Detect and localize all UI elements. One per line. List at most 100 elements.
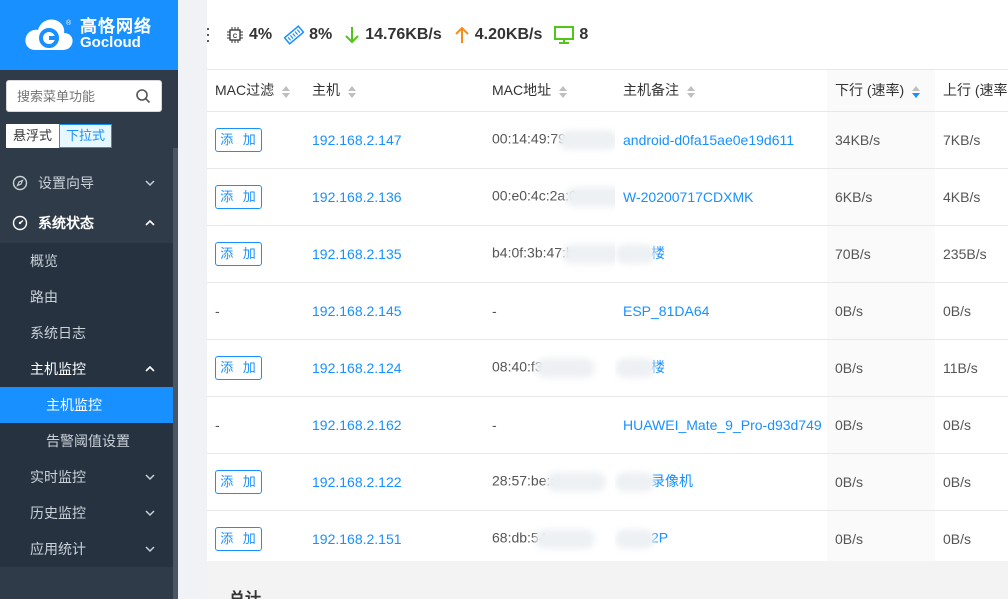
cell-download-rate: 70B/s	[827, 225, 935, 283]
col-upload-rate[interactable]: 上行 (速率	[935, 70, 1008, 112]
add-filter-button[interactable]: 添 加	[215, 184, 262, 209]
redaction-mask	[534, 357, 595, 378]
sidebar-item-setup-wizard[interactable]: 设置向导	[0, 163, 173, 203]
total-section: 总计	[207, 561, 1008, 599]
cell-note[interactable]: HUAWEI_Mate_9_Pro-d93d749	[615, 396, 827, 454]
note-value: ESP_81DA64	[623, 302, 710, 319]
cell-mac: -	[484, 282, 615, 340]
cell-host[interactable]: 192.168.2.162	[304, 396, 484, 454]
add-filter-button[interactable]: 添 加	[215, 355, 262, 380]
sidebar-item-host-monitor[interactable]: 主机监控	[0, 387, 173, 423]
table-row: -192.168.2.162- HUAWEI_Mate_9_Pro-d93d749…	[207, 396, 1008, 454]
note-value: W-20200717CDXMK	[623, 188, 754, 205]
sort-icon[interactable]	[687, 85, 695, 98]
cell-note[interactable]: 录像机	[615, 453, 827, 511]
note-value: 录像机	[651, 472, 693, 489]
arrow-down-icon	[345, 26, 359, 43]
add-filter-button[interactable]: 添 加	[215, 127, 262, 152]
col-mac-filter[interactable]: MAC过滤	[207, 70, 304, 112]
table-row: 添 加 192.168.2.136 00:e0:4c:2a:0 W-20200717C…	[207, 168, 1008, 226]
brand-logo[interactable]: ® 高恪网络 Gocloud	[0, 0, 178, 70]
cell-download-rate: 0B/s	[827, 339, 935, 397]
mac-value: -	[492, 302, 497, 319]
menu-search-input[interactable]	[7, 81, 127, 111]
cell-host[interactable]: 192.168.2.135	[304, 225, 484, 283]
table-header-row: MAC过滤 主机 MAC地址 主机备注 下行 (速率) 上行 (速率	[207, 70, 1008, 112]
sort-icon[interactable]	[348, 85, 356, 98]
sidebar-item-realtime-monitor[interactable]: 实时监控	[0, 459, 173, 495]
sidebar-item-routing[interactable]: 路由	[0, 279, 173, 315]
cell-mac-filter: 添 加	[207, 453, 304, 511]
sidebar-item-history-monitor[interactable]: 历史监控	[0, 495, 173, 531]
top-status-bar: C 4% 8% 14.76KB/s 4.20KB/s 8	[178, 0, 1008, 70]
col-mac-address[interactable]: MAC地址	[484, 70, 615, 112]
col-download-rate[interactable]: 下行 (速率)	[827, 70, 935, 112]
upload-rate: 4.20KB/s	[454, 26, 542, 44]
cell-download-rate: 0B/s	[827, 510, 935, 568]
sidebar-nav: 设置向导 系统状态 概览 路由 系统日志 主机监控 主机监控 告警阈值设置 实时…	[0, 163, 173, 567]
memory-usage: 8%	[284, 24, 333, 45]
cell-upload-rate: 7KB/s	[935, 111, 1008, 169]
mode-float-button[interactable]: 悬浮式	[6, 124, 60, 148]
svg-text:®: ®	[66, 19, 72, 27]
cell-mac-filter: 添 加	[207, 225, 304, 283]
cell-host[interactable]: 192.168.2.147	[304, 111, 484, 169]
cell-download-rate: 0B/s	[827, 396, 935, 454]
cell-mac: b4:0f:3b:47:b	[484, 225, 615, 283]
compass-icon	[12, 175, 28, 191]
cell-mac: 28:57:be:a	[484, 453, 615, 511]
system-status-submenu: 概览 路由 系统日志 主机监控 主机监控 告警阈值设置 实时监控 历史监控 应用…	[0, 243, 173, 567]
sidebar: ® 高恪网络 Gocloud 悬浮式 下拉式 设置向导 系统状态 概览 路由	[0, 0, 178, 599]
col-host[interactable]: 主机	[304, 70, 484, 112]
redaction-mask	[546, 471, 607, 492]
mac-value: -	[492, 416, 497, 433]
content-gutter	[178, 0, 207, 599]
cell-host[interactable]: 192.168.2.122	[304, 453, 484, 511]
col-label: 主机	[312, 82, 340, 99]
table-row: 添 加 192.168.2.151 68:db:54 2P 0B/s 0B/s	[207, 510, 1008, 568]
cpu-value: 4%	[249, 25, 273, 43]
note-value: android-d0fa15ae0e19d611	[623, 131, 795, 148]
sidebar-item-label: 系统状态	[38, 215, 94, 231]
cell-upload-rate: 0B/s	[935, 282, 1008, 340]
sidebar-item-system-log[interactable]: 系统日志	[0, 315, 173, 351]
sidebar-item-app-stats[interactable]: 应用统计	[0, 531, 173, 567]
cell-host[interactable]: 192.168.2.151	[304, 510, 484, 568]
col-host-note[interactable]: 主机备注	[615, 70, 827, 112]
memory-value: 8%	[309, 25, 333, 43]
cell-note[interactable]: 楼	[615, 225, 827, 283]
cell-upload-rate: 0B/s	[935, 453, 1008, 511]
cell-download-rate: 6KB/s	[827, 168, 935, 226]
add-filter-button[interactable]: 添 加	[215, 241, 262, 266]
add-filter-button[interactable]: 添 加	[215, 469, 262, 494]
cell-note[interactable]: 2P	[615, 510, 827, 568]
memory-icon	[284, 24, 305, 45]
cell-upload-rate: 0B/s	[935, 396, 1008, 454]
cell-host[interactable]: 192.168.2.136	[304, 168, 484, 226]
sort-desc-icon[interactable]	[912, 85, 921, 98]
sidebar-item-host-monitor-group[interactable]: 主机监控	[0, 351, 173, 387]
menu-search	[6, 80, 162, 112]
redaction-mask	[557, 129, 615, 150]
monitor-icon	[554, 25, 575, 44]
mode-dropdown-button[interactable]: 下拉式	[59, 124, 113, 148]
cell-host[interactable]: 192.168.2.124	[304, 339, 484, 397]
cell-host[interactable]: 192.168.2.145	[304, 282, 484, 340]
sidebar-item-overview[interactable]: 概览	[0, 243, 173, 279]
col-label: 上行 (速率	[943, 82, 1008, 99]
sort-icon[interactable]	[559, 85, 568, 98]
table-row: 添 加 192.168.2.147 00:14:49:79: android-d0fa…	[207, 111, 1008, 169]
cell-mac-filter: 添 加	[207, 111, 304, 169]
cell-upload-rate: 4KB/s	[935, 168, 1008, 226]
cell-note[interactable]: 楼	[615, 339, 827, 397]
cell-note[interactable]: ESP_81DA64	[615, 282, 827, 340]
cell-note[interactable]: W-20200717CDXMK	[615, 168, 827, 226]
add-filter-button[interactable]: 添 加	[215, 526, 262, 551]
sort-icon[interactable]	[282, 85, 291, 98]
sidebar-item-alert-threshold[interactable]: 告警阈值设置	[0, 423, 173, 459]
search-icon[interactable]	[135, 88, 151, 104]
redaction-mask	[615, 244, 655, 265]
col-label: MAC地址	[492, 82, 552, 99]
cell-note[interactable]: android-d0fa15ae0e19d611	[615, 111, 827, 169]
sidebar-item-system-status[interactable]: 系统状态	[0, 203, 173, 243]
